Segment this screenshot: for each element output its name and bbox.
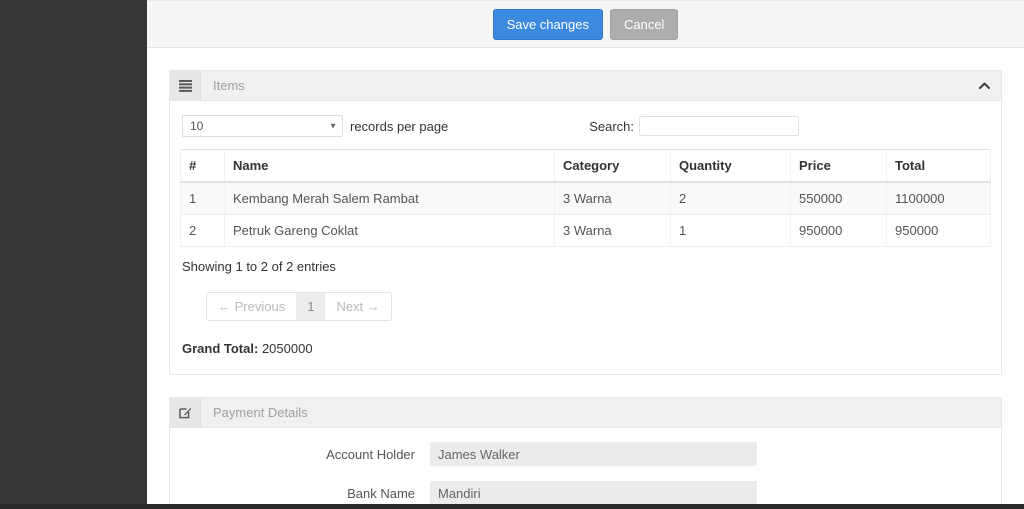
- cell-category: 3 Warna: [554, 214, 671, 247]
- account-holder-field[interactable]: [430, 442, 757, 466]
- chevron-up-icon[interactable]: [967, 71, 1001, 100]
- grand-total: Grand Total: 2050000: [180, 321, 991, 356]
- pagination-next[interactable]: Next →: [325, 293, 391, 320]
- save-changes-button[interactable]: Save changes: [492, 8, 603, 40]
- column-header-name[interactable]: Name: [224, 149, 555, 183]
- cell-price: 550000: [790, 182, 887, 215]
- search-label: Search:: [589, 118, 634, 134]
- pagination-wrapper: ← Previous 1 Next →: [180, 274, 991, 321]
- search-control: Search:: [589, 116, 989, 136]
- items-panel-body: 10 ▼ records per page Search: # Name Cat…: [170, 101, 1001, 374]
- bank-name-field[interactable]: [430, 481, 757, 505]
- list-icon: [170, 71, 201, 100]
- search-input[interactable]: [639, 116, 799, 136]
- table-row[interactable]: 2 Petruk Gareng Coklat 3 Warna 1 950000 …: [180, 214, 991, 247]
- records-per-page-select[interactable]: 10: [182, 115, 343, 137]
- cell-name: Kembang Merah Salem Rambat: [224, 182, 555, 215]
- items-table-header-row: # Name Category Quantity Price Total: [180, 149, 991, 183]
- pagination-previous[interactable]: ← Previous: [207, 293, 298, 320]
- column-header-price[interactable]: Price: [790, 149, 887, 183]
- main-content: Save changes Cancel Items 10 ▼ records p…: [147, 0, 1024, 509]
- bank-name-label: Bank Name: [347, 485, 415, 501]
- sidebar: [0, 0, 147, 509]
- edit-square-icon: [170, 398, 201, 427]
- pagination-page-1[interactable]: 1: [297, 293, 326, 320]
- column-header-quantity[interactable]: Quantity: [670, 149, 791, 183]
- cell-total: 1100000: [886, 182, 991, 215]
- account-holder-label: Account Holder: [326, 446, 415, 462]
- cell-quantity: 2: [670, 182, 791, 215]
- cell-category: 3 Warna: [554, 182, 671, 215]
- items-panel-title: Items: [213, 78, 245, 93]
- form-row-bank-name: Bank Name: [170, 481, 1001, 505]
- payment-panel-title: Payment Details: [213, 405, 308, 420]
- payment-details-panel: Payment Details Account Holder Bank Name…: [169, 397, 1002, 509]
- items-panel: Items 10 ▼ records per page Search: # Na…: [169, 70, 1002, 375]
- cell-price: 950000: [790, 214, 887, 247]
- table-row[interactable]: 1 Kembang Merah Salem Rambat 3 Warna 2 5…: [180, 182, 991, 215]
- form-actions-bar: Save changes Cancel: [147, 0, 1024, 48]
- column-header-category[interactable]: Category: [554, 149, 671, 183]
- payment-panel-header: Payment Details: [170, 398, 1001, 428]
- datatable-info: Showing 1 to 2 of 2 entries: [182, 259, 336, 274]
- records-per-page-select-wrap: 10 ▼: [182, 115, 343, 137]
- form-row-account-holder: Account Holder: [170, 442, 1001, 466]
- window-bottom-strip: [0, 504, 1024, 509]
- cancel-button[interactable]: Cancel: [609, 8, 679, 40]
- records-per-page-control: 10 ▼ records per page: [182, 115, 448, 137]
- column-header-num[interactable]: #: [180, 149, 225, 183]
- cell-name: Petruk Gareng Coklat: [224, 214, 555, 247]
- cell-num: 1: [180, 182, 225, 215]
- column-header-total[interactable]: Total: [886, 149, 991, 183]
- grand-total-value: 2050000: [261, 341, 313, 356]
- datatable-controls: 10 ▼ records per page Search:: [180, 115, 991, 149]
- payment-panel-body: Account Holder Bank Name Account Number: [170, 428, 1001, 509]
- cell-quantity: 1: [670, 214, 791, 247]
- cell-num: 2: [180, 214, 225, 247]
- cell-total: 950000: [886, 214, 991, 247]
- grand-total-label: Grand Total:: [182, 341, 259, 356]
- items-panel-header: Items: [170, 71, 1001, 101]
- pagination: ← Previous 1 Next →: [206, 292, 392, 321]
- app-window: Save changes Cancel Items 10 ▼ records p…: [0, 0, 1024, 509]
- items-table: # Name Category Quantity Price Total 1 K…: [180, 149, 991, 247]
- records-per-page-label: records per page: [350, 118, 449, 134]
